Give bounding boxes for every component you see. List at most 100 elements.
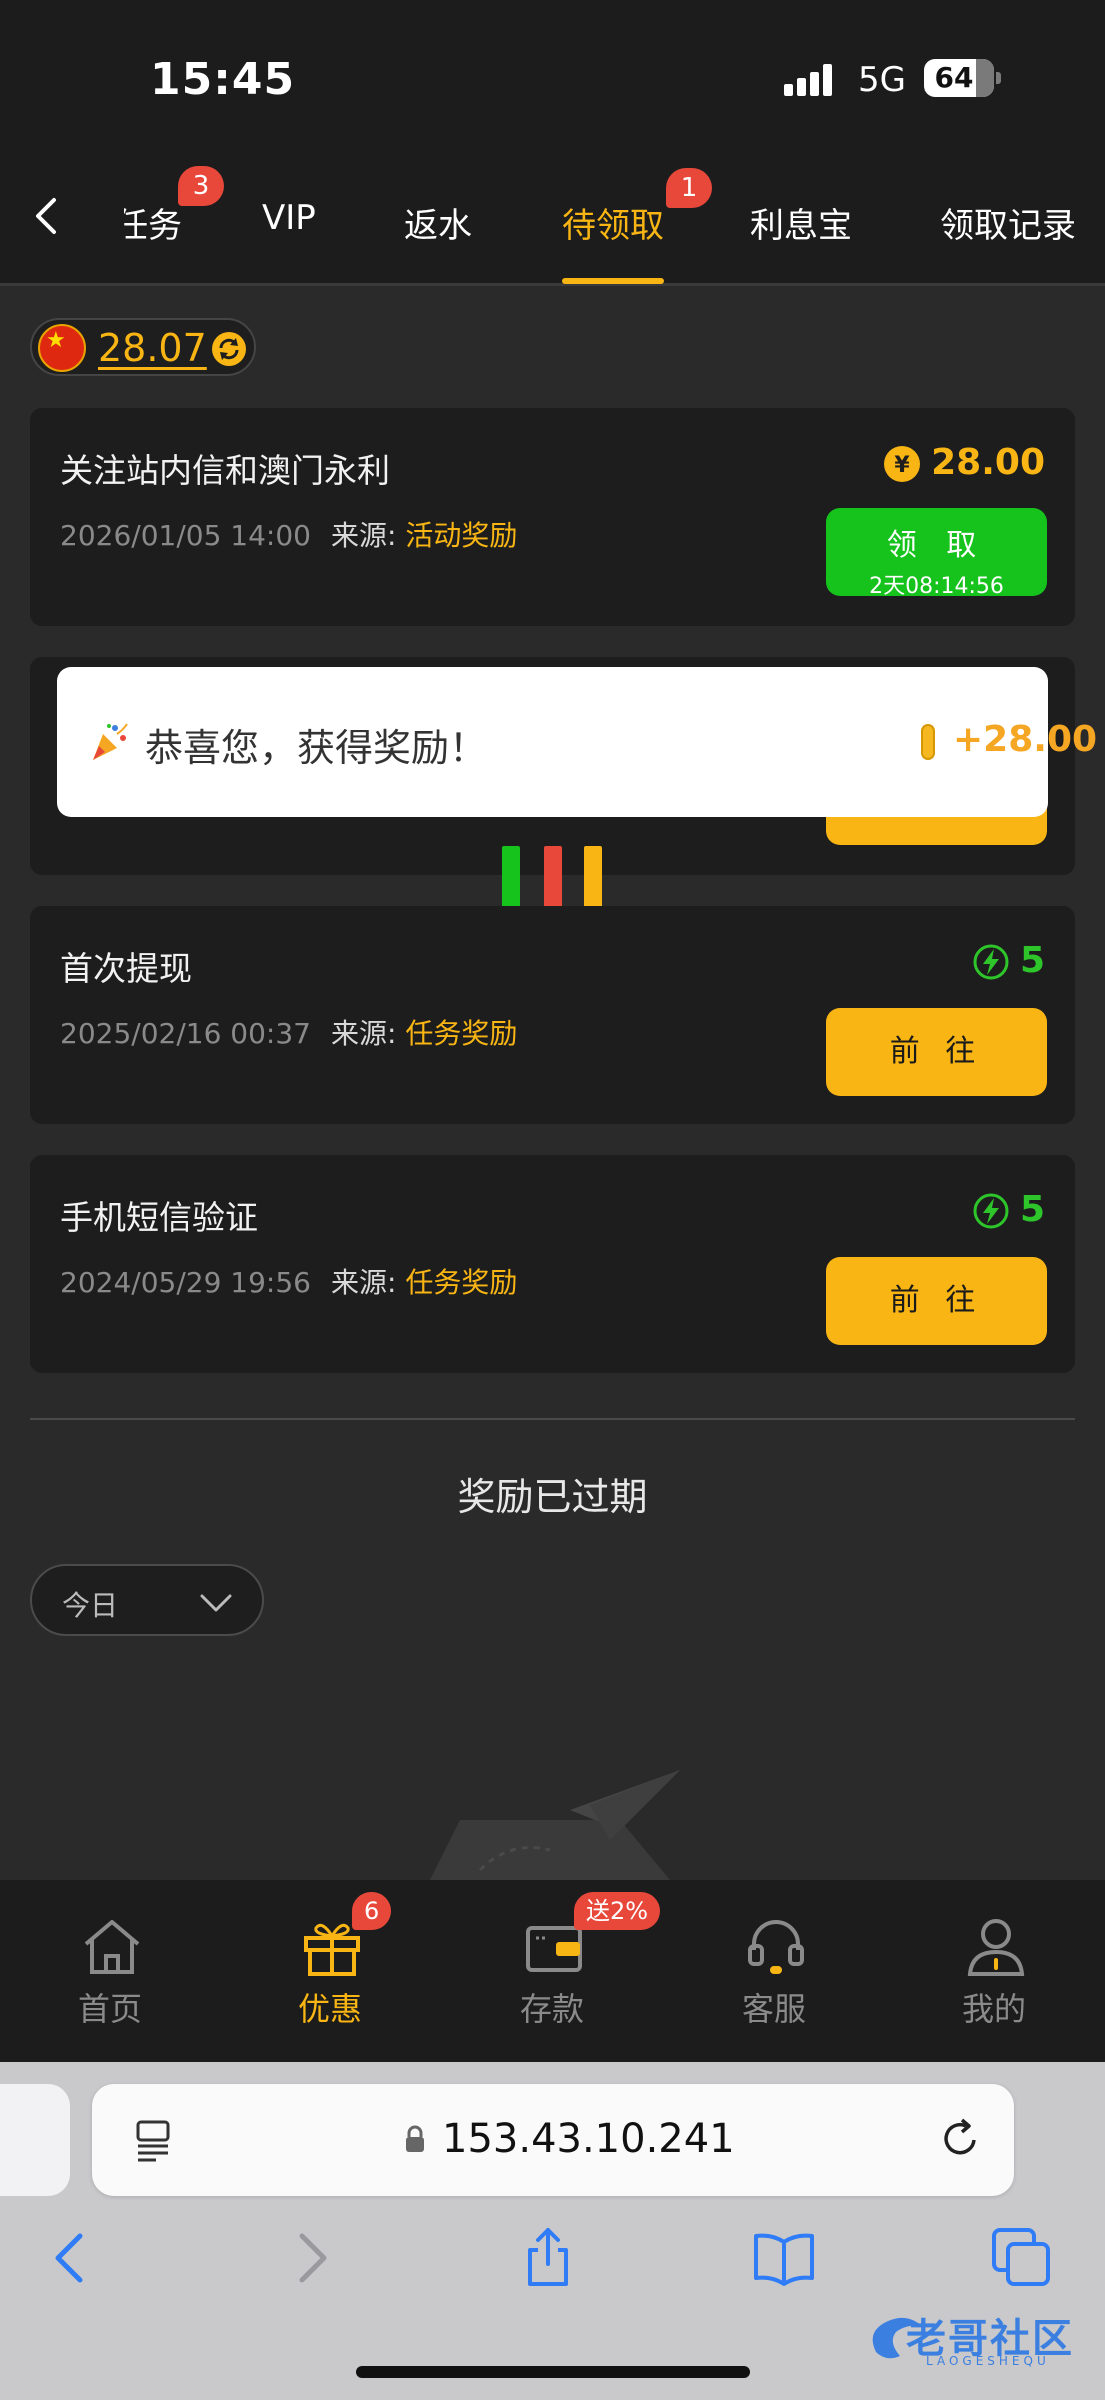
tab-interest[interactable]: 利息宝 — [750, 198, 852, 247]
source-value: 任务奖励 — [405, 1266, 518, 1299]
battery-tip — [996, 72, 1001, 84]
headset-icon — [748, 1920, 804, 1974]
tab-rebate[interactable]: 返水 — [404, 198, 472, 247]
tab-vip[interactable]: VIP — [262, 198, 316, 238]
source-value: 任务奖励 — [405, 1017, 518, 1050]
reward-card: 首次提现 5 2025/02/16 00:37 来源: 任务奖励 前 往 — [30, 906, 1075, 1124]
tabs-icon[interactable] — [990, 2226, 1054, 2290]
address-bar[interactable]: 153.43.10.241 — [92, 2084, 1014, 2196]
card-reward: 5 — [972, 940, 1045, 981]
chevron-down-icon — [200, 1594, 232, 1612]
nav-promotions-badge: 6 — [352, 1892, 392, 1930]
tab-bar: 任务 3 VIP 返水 待领取 1 利息宝 领取记录 — [0, 150, 1105, 286]
china-flag-icon: ★ — [38, 324, 86, 372]
nav-profile[interactable]: 我的 — [914, 1880, 1074, 2062]
toast-message: 恭喜您，获得奖励！ — [145, 726, 488, 770]
status-time: 15:45 — [150, 54, 296, 105]
bottom-nav: 首页 优惠 6 存款 送2% 客服 我的 — [0, 1880, 1105, 2062]
claim-button[interactable]: 领 取 2天08:14:56 — [826, 508, 1047, 599]
tab-pending[interactable]: 待领取 — [562, 198, 664, 247]
source-label: 来源: — [330, 1266, 397, 1299]
share-icon[interactable] — [516, 2226, 580, 2290]
section-divider — [30, 1418, 1075, 1420]
active-tab-indicator — [562, 278, 664, 284]
home-icon — [84, 1920, 140, 1974]
signal-icon — [784, 62, 840, 96]
tab-label: 任务 — [114, 206, 182, 246]
battery-icon: 64 — [924, 59, 994, 97]
tab-claim-history[interactable]: 领取记录 — [940, 198, 1076, 247]
reader-icon[interactable] — [134, 2118, 174, 2162]
nav-label: 存款 — [519, 1990, 584, 2028]
lock-icon — [406, 2125, 424, 2152]
tab-label: 利息宝 — [750, 206, 852, 246]
expired-section-title: 奖励已过期 — [457, 1475, 648, 1519]
nav-label: 客服 — [741, 1990, 806, 2028]
toast-amount: +28.00 — [953, 719, 1098, 760]
nav-deposit-badge: 送2% — [574, 1892, 661, 1930]
claim-countdown: 2天08:14:56 — [869, 574, 1004, 599]
nav-label: 我的 — [961, 1990, 1026, 2028]
tab-label: 领取记录 — [940, 206, 1076, 246]
status-bar: 15:45 5G 64 — [0, 0, 1105, 150]
card-reward: 5 — [972, 1189, 1045, 1230]
svg-text:¥: ¥ — [894, 453, 910, 478]
tab-label: 待领取 — [562, 206, 664, 246]
card-date: 2024/05/29 19:56 — [60, 1266, 311, 1299]
watermark-subtext: LAOGESHEQU — [926, 2354, 1050, 2368]
browser-back-icon[interactable] — [40, 2226, 104, 2290]
home-indicator — [356, 2366, 750, 2378]
tab-label: 返水 — [404, 206, 472, 246]
lightning-icon — [973, 944, 1009, 980]
card-meta: 2025/02/16 00:37 来源: 任务奖励 — [60, 1012, 517, 1052]
user-icon — [967, 1919, 1025, 1976]
card-date: 2025/02/16 00:37 — [60, 1017, 311, 1050]
balance-amount: 28.07 — [98, 326, 207, 370]
card-date: 2026/01/05 14:00 — [60, 519, 311, 552]
card-title: 手机短信验证 — [60, 1198, 258, 1237]
go-button[interactable]: 前 往 — [826, 1257, 1047, 1345]
previous-tab-preview[interactable] — [0, 2084, 70, 2196]
back-icon[interactable] — [26, 194, 70, 238]
yuan-coin-icon: ¥ — [884, 446, 921, 482]
browser-forward-icon[interactable] — [278, 2226, 342, 2290]
tab-tasks-badge: 3 — [178, 166, 224, 206]
tab-label: VIP — [262, 198, 316, 238]
coin-icon — [921, 724, 935, 760]
url-text: 153.43.10.241 — [442, 2116, 735, 2162]
reload-icon[interactable] — [938, 2116, 984, 2162]
date-filter-select[interactable]: 今日 — [30, 1564, 264, 1636]
network-label: 5G — [858, 60, 906, 100]
source-value: 活动奖励 — [405, 519, 518, 552]
claim-label: 领 取 — [886, 528, 987, 563]
refresh-icon[interactable] — [210, 330, 248, 368]
reward-toast: 恭喜您，获得奖励！ +28.00 — [57, 667, 1097, 817]
balance-chip[interactable]: ★ 28.07 — [30, 318, 256, 376]
reward-amount: 5 — [1019, 1189, 1045, 1230]
card-title: 关注站内信和澳门永利 — [60, 451, 390, 490]
reward-card: 关注站内信和澳门永利 ¥ 28.00 2026/01/05 14:00 来源: 活… — [30, 408, 1075, 626]
watermark-logo: 老哥社区 LAOGESHEQU — [866, 2302, 1096, 2374]
reward-card: 手机短信验证 5 2024/05/29 19:56 来源: 任务奖励 前 往 — [30, 1155, 1075, 1373]
nav-home[interactable]: 首页 — [30, 1880, 190, 2062]
source-label: 来源: — [330, 1017, 397, 1050]
card-meta: 2026/01/05 14:00 来源: 活动奖励 — [60, 514, 517, 554]
card-meta: 2024/05/29 19:56 来源: 任务奖励 — [60, 1261, 517, 1301]
lightning-icon — [973, 1193, 1009, 1229]
card-reward: ¥ 28.00 — [883, 442, 1045, 483]
tab-tasks[interactable]: 任务 — [114, 198, 182, 247]
go-button[interactable]: 前 往 — [826, 1008, 1047, 1096]
reward-amount: 5 — [1019, 940, 1045, 981]
party-popper-icon — [93, 723, 128, 760]
bookmarks-icon[interactable] — [752, 2226, 816, 2290]
card-title: 首次提现 — [60, 949, 192, 988]
nav-label: 优惠 — [297, 1990, 362, 2028]
empty-state-illustration — [430, 1770, 680, 1880]
reward-amount: 28.00 — [931, 442, 1045, 483]
source-label: 来源: — [330, 519, 397, 552]
tab-pending-badge: 1 — [666, 168, 712, 208]
nav-support[interactable]: 客服 — [694, 1880, 854, 2062]
battery-level: 64 — [934, 61, 974, 94]
date-filter-value: 今日 — [62, 1589, 119, 1622]
nav-label: 首页 — [77, 1990, 142, 2028]
